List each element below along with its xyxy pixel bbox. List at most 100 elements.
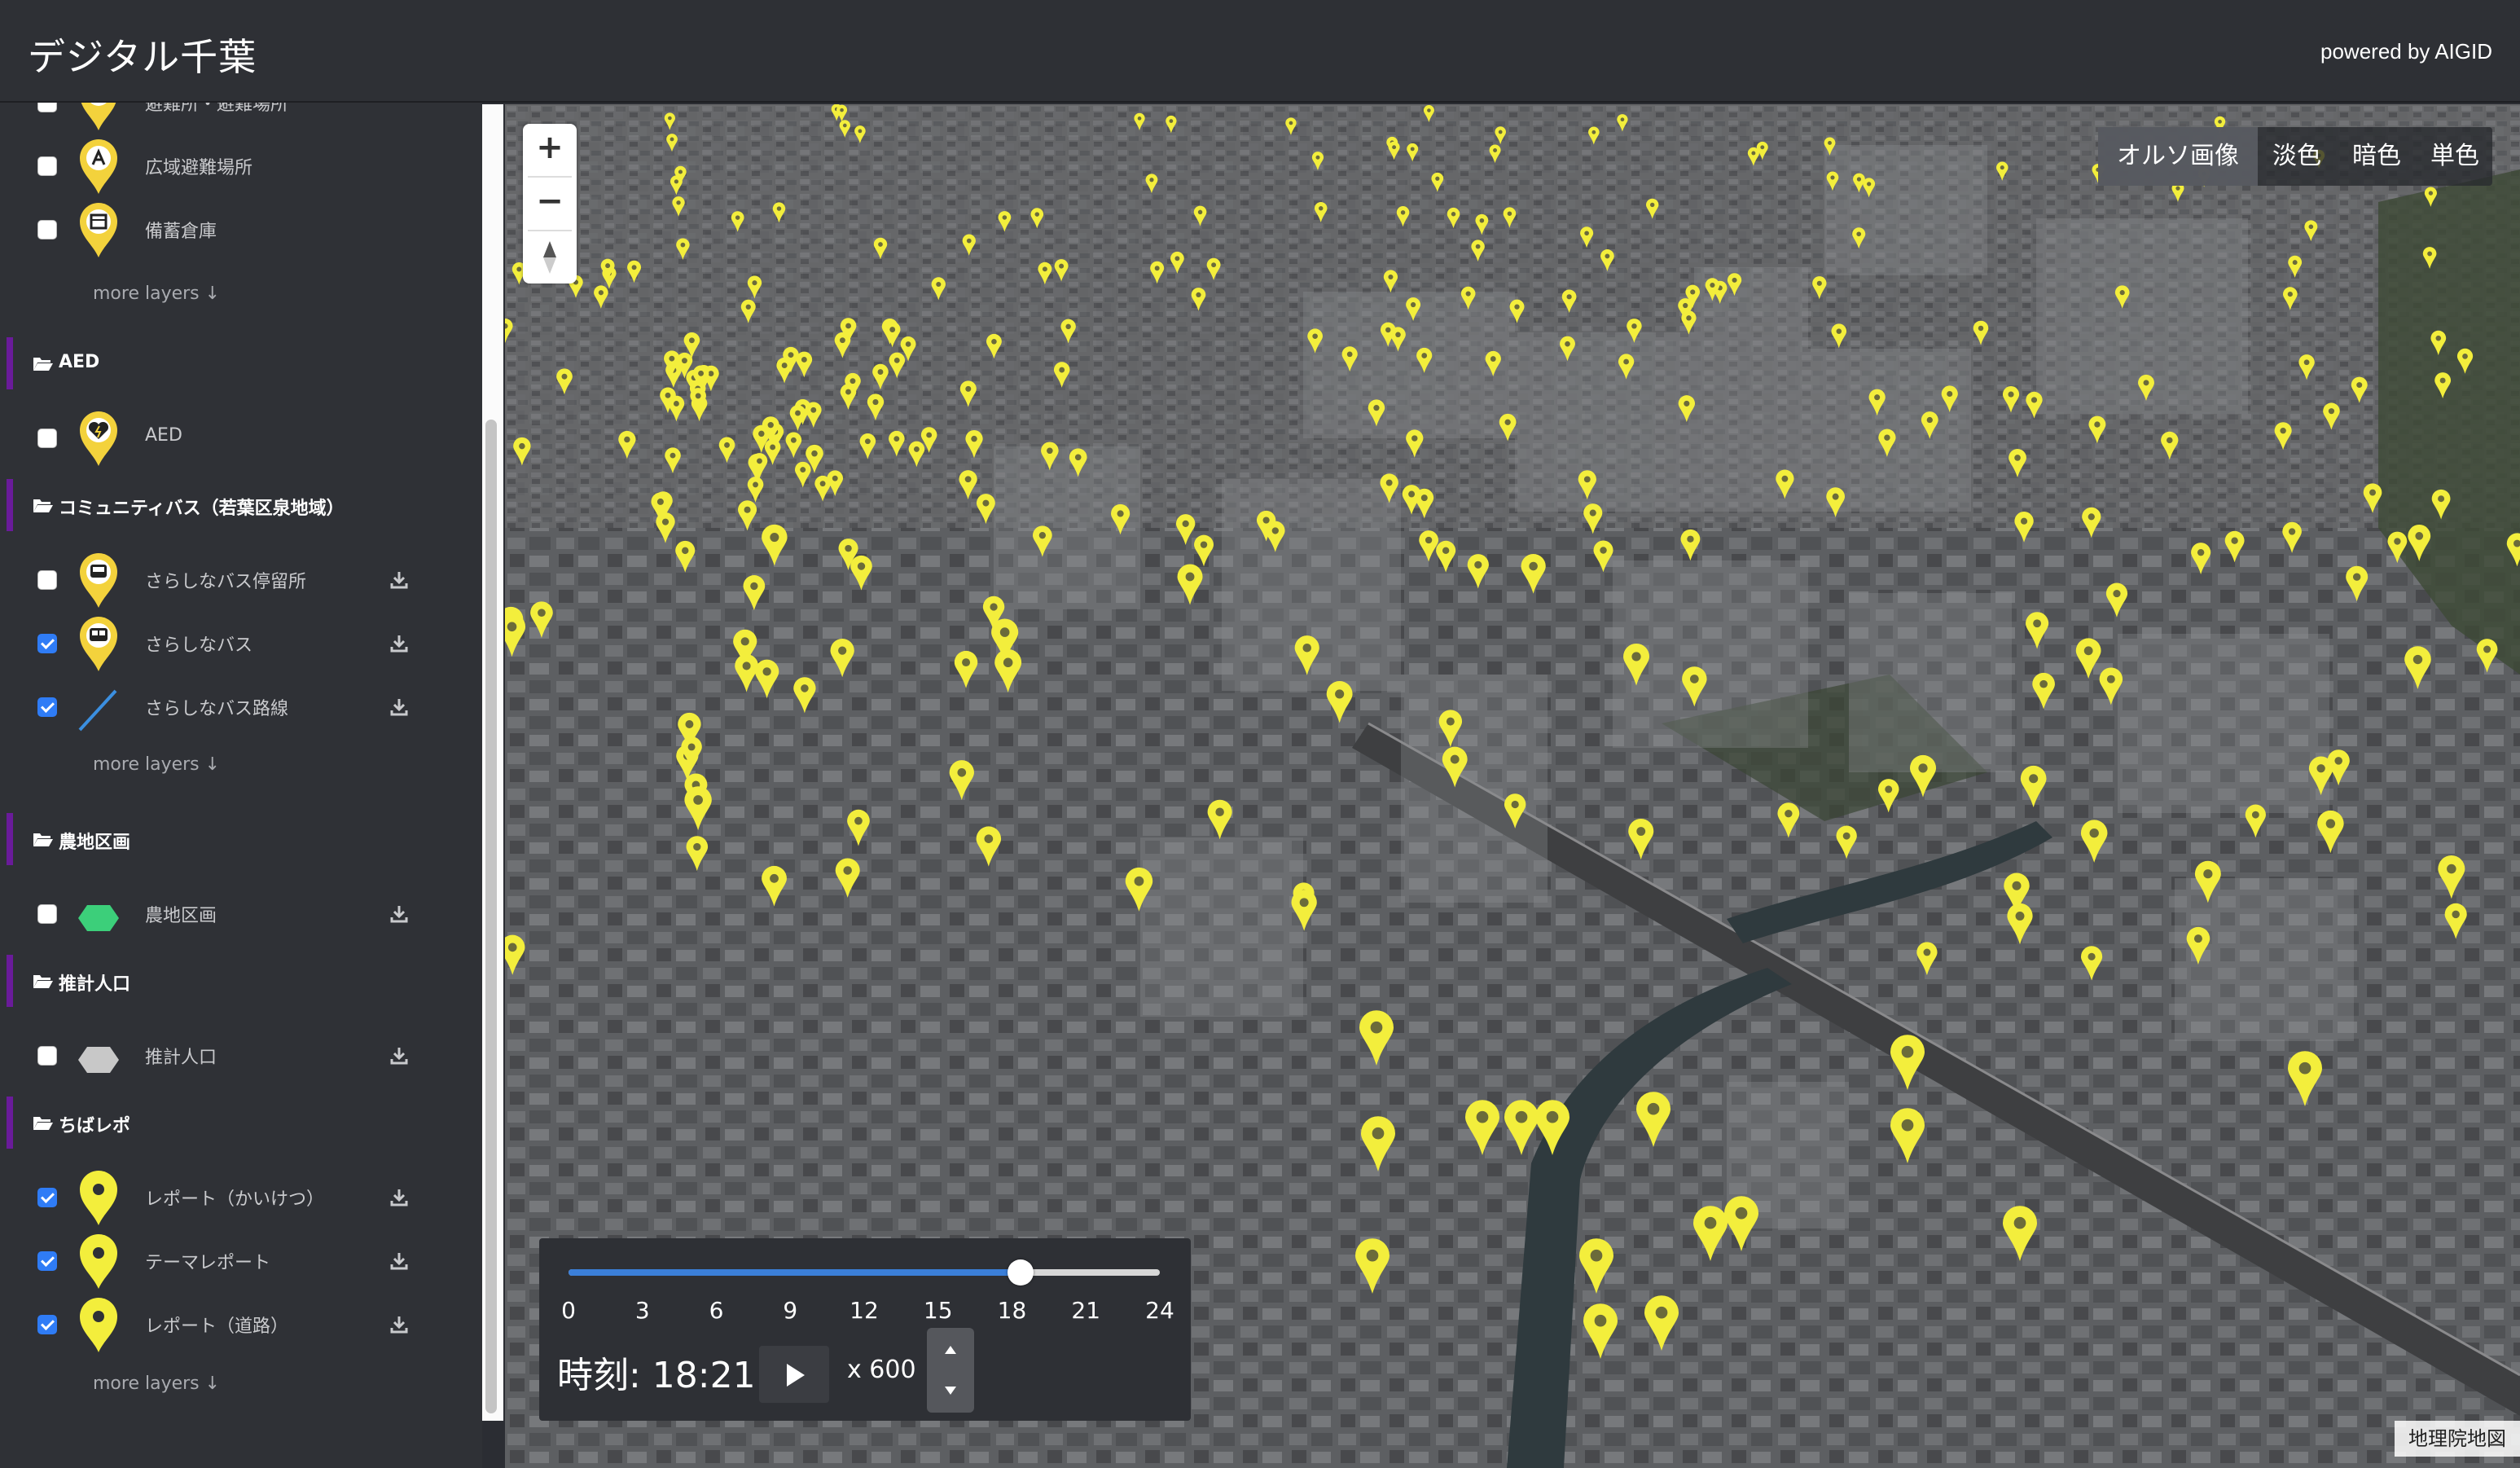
- map-pin-dot: [1366, 1249, 1379, 1262]
- download-icon[interactable]: [389, 1315, 409, 1334]
- basemap-switcher: オルソ画像 淡色 暗色 単色: [2098, 127, 2492, 186]
- layer-row[interactable]: さらしなバス停留所: [0, 549, 472, 613]
- map-pin-dot: [2013, 1216, 2026, 1229]
- map-pin-dot: [2452, 910, 2460, 919]
- zoom-in-button[interactable]: +: [523, 124, 577, 176]
- download-icon[interactable]: [389, 634, 409, 653]
- map-pin-dot: [669, 355, 675, 362]
- map-pin-dot: [1785, 809, 1793, 818]
- time-slider-handle[interactable]: [1008, 1259, 1034, 1286]
- layer-checkbox[interactable]: [37, 904, 57, 924]
- map-pin-dot: [840, 108, 844, 112]
- map-pin-dot: [2020, 517, 2028, 525]
- map-pin-dot: [2083, 646, 2093, 656]
- more-layers-link[interactable]: more layers ↓: [93, 754, 220, 775]
- layer-row[interactable]: 避難所・避難場所: [0, 103, 472, 135]
- layer-row[interactable]: 広域避難場所: [0, 135, 472, 199]
- map-pin-dot: [1490, 356, 1496, 362]
- layer-checkbox[interactable]: [37, 220, 57, 240]
- map-pin-dot: [1590, 1249, 1603, 1262]
- map-pin-dot: [2287, 292, 2293, 297]
- map-pin-dot: [1781, 475, 1789, 482]
- layer-row[interactable]: テーマレポート: [0, 1230, 472, 1294]
- map-pin-dot: [1169, 119, 1174, 123]
- basemap-mono-button[interactable]: 単色: [2417, 127, 2492, 186]
- map-pin-dot: [2369, 489, 2376, 496]
- map-pin-dot: [1335, 689, 1345, 699]
- basemap-pale-button[interactable]: 淡色: [2258, 127, 2336, 186]
- map-pin-dot: [1918, 763, 1928, 773]
- map-pin-dot: [1760, 145, 1765, 150]
- download-icon[interactable]: [389, 697, 409, 717]
- group-header-farmland[interactable]: 農地区画: [0, 813, 472, 865]
- sidebar-scrollbar-thumb[interactable]: [485, 420, 497, 1413]
- layer-row[interactable]: 農地区画: [0, 883, 472, 947]
- layer-checkbox[interactable]: [37, 103, 57, 112]
- map-pin-dot: [1600, 547, 1607, 554]
- layer-checkbox[interactable]: [37, 156, 57, 176]
- map-pin-dot: [1735, 1206, 1748, 1220]
- group-title: 農地区画: [59, 833, 131, 853]
- map-pin-dot: [767, 422, 774, 429]
- layer-label: テーマレポート: [145, 1253, 271, 1273]
- map-pin-dot: [1842, 832, 1850, 840]
- download-icon[interactable]: [389, 1046, 409, 1066]
- compass-reset-button[interactable]: [523, 231, 577, 283]
- download-icon[interactable]: [389, 1188, 409, 1207]
- map-attribution[interactable]: 地理院地図: [2395, 1421, 2520, 1457]
- zoom-out-button[interactable]: −: [523, 178, 577, 230]
- map-pin-dot: [2088, 952, 2096, 960]
- map-pin-dot: [801, 684, 809, 692]
- map-pin-dot: [2197, 548, 2205, 556]
- layer-row[interactable]: AED: [0, 407, 472, 471]
- play-button[interactable]: [759, 1346, 829, 1403]
- map-pin-dot: [2439, 377, 2446, 384]
- download-icon[interactable]: [389, 1251, 409, 1271]
- speed-up-button[interactable]: [927, 1328, 974, 1370]
- layer-row[interactable]: 備蓄倉庫: [0, 199, 472, 262]
- map-pin-dot: [819, 481, 826, 487]
- more-layers-link[interactable]: more layers ↓: [93, 1374, 220, 1394]
- speed-stepper[interactable]: [927, 1328, 974, 1413]
- layer-checkbox[interactable]: [37, 1188, 57, 1207]
- layer-checkbox[interactable]: [37, 1251, 57, 1271]
- map-pin-dot: [561, 373, 568, 380]
- map-pin-dot: [936, 281, 942, 288]
- download-icon[interactable]: [389, 570, 409, 590]
- map-pin-dot: [1042, 266, 1047, 272]
- map-pin-dot: [1154, 266, 1160, 271]
- map-pin-dot: [982, 499, 990, 507]
- map-pin-dot: [990, 603, 998, 611]
- layer-checkbox[interactable]: [37, 634, 57, 653]
- group-header-aed[interactable]: AED: [0, 337, 472, 389]
- basemap-ortho-button[interactable]: オルソ画像: [2098, 127, 2258, 186]
- layer-row[interactable]: レポート（道路）: [0, 1294, 472, 1357]
- map-pin-dot: [1511, 800, 1519, 809]
- speed-down-button[interactable]: [927, 1370, 974, 1413]
- layer-checkbox[interactable]: [37, 1315, 57, 1334]
- map-pin-dot: [1185, 572, 1195, 582]
- layer-row[interactable]: レポート（かいけつ）: [0, 1167, 472, 1230]
- group-header-community-bus[interactable]: コミュニティバス（若葉区泉地域）: [0, 479, 472, 531]
- powered-by-text[interactable]: powered by AIGID: [2320, 39, 2492, 64]
- layer-row[interactable]: さらしなバス: [0, 613, 472, 676]
- basemap-dark-button[interactable]: 暗色: [2336, 127, 2417, 186]
- layer-row[interactable]: 推計人口: [0, 1025, 472, 1088]
- layer-checkbox[interactable]: [37, 429, 57, 448]
- layer-checkbox[interactable]: [37, 697, 57, 717]
- download-icon[interactable]: [389, 904, 409, 924]
- map-pin-dot: [1636, 827, 1646, 836]
- layer-row[interactable]: さらしなバス路線: [0, 676, 472, 740]
- group-header-chibarepo[interactable]: ちばレポ: [0, 1097, 472, 1149]
- map-pin-dot: [2175, 186, 2180, 191]
- map-pin-dot: [795, 410, 801, 416]
- map-pin-dot: [1732, 277, 1737, 283]
- group-header-population[interactable]: 推計人口: [0, 955, 472, 1007]
- layer-checkbox[interactable]: [37, 570, 57, 590]
- group-accent-bar: [7, 813, 13, 865]
- time-slider[interactable]: [569, 1259, 1160, 1286]
- map-pin-dot: [1262, 516, 1270, 524]
- map-pin-dot: [673, 401, 679, 407]
- layer-checkbox[interactable]: [37, 1046, 57, 1066]
- more-layers-link[interactable]: more layers ↓: [93, 283, 220, 304]
